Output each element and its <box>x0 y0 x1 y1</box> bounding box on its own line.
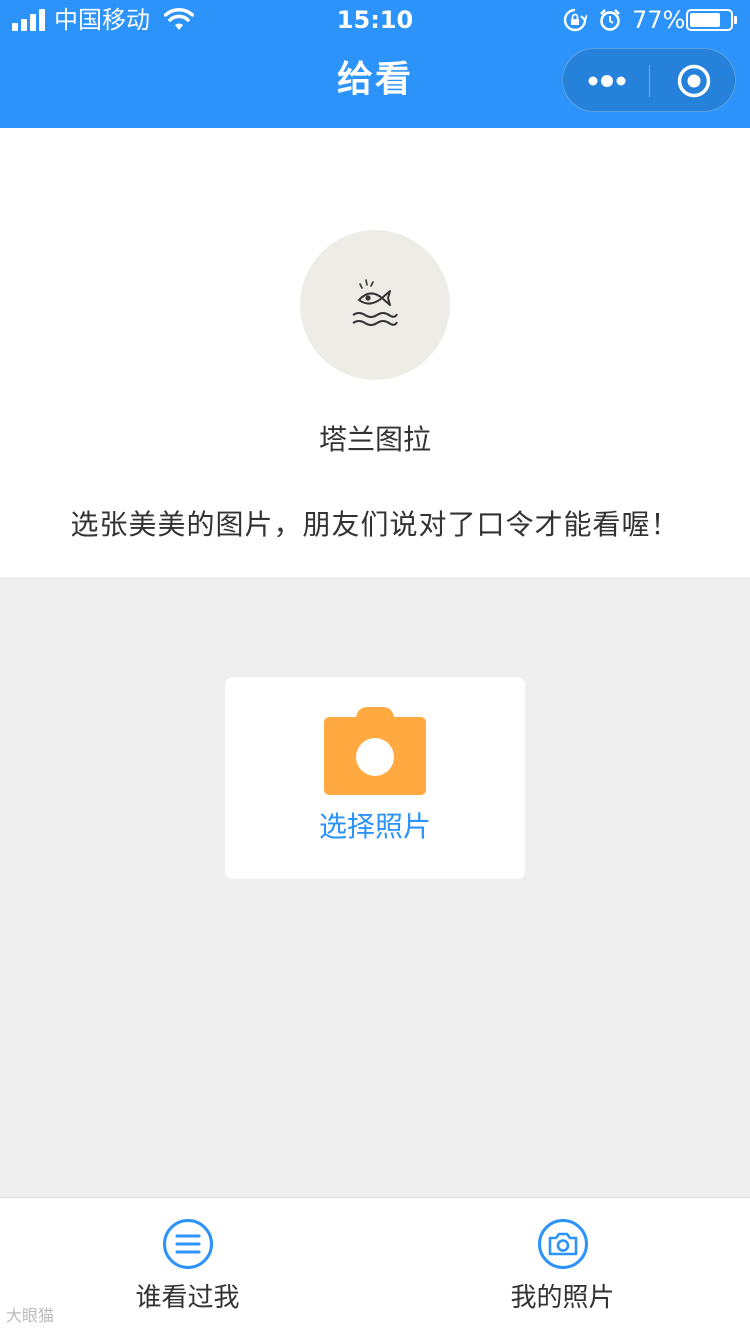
tab-who-viewed-me[interactable]: 谁看过我 <box>0 1198 375 1334</box>
tab-my-photos[interactable]: 我的照片 <box>375 1198 750 1334</box>
camera-icon <box>324 707 426 795</box>
page: 中国移动 15:10 77% 给看 塔兰图拉 选张美美的图片，朋友们说对了口令才… <box>0 0 750 1334</box>
top-bar: 中国移动 15:10 77% 给看 <box>0 0 750 128</box>
battery-icon <box>686 9 737 31</box>
tab-label: 谁看过我 <box>135 1283 240 1313</box>
target-close-icon <box>677 64 710 98</box>
watermark: 大眼猫 <box>6 1306 55 1325</box>
rotation-lock-icon <box>563 8 587 32</box>
status-bar: 中国移动 15:10 77% <box>0 0 750 40</box>
close-miniprogram-button[interactable] <box>650 49 737 113</box>
choose-photo-button[interactable]: 选择照片 <box>225 677 525 879</box>
fish-waves-icon <box>352 279 398 326</box>
profile-section: 塔兰图拉 选张美美的图片，朋友们说对了口令才能看喔！ <box>0 128 750 577</box>
choose-photo-label: 选择照片 <box>318 810 431 843</box>
more-dots-icon <box>588 75 625 87</box>
tab-bar: 谁看过我 我的照片 <box>0 1197 750 1334</box>
more-button[interactable] <box>563 49 650 113</box>
instruction-text: 选张美美的图片，朋友们说对了口令才能看喔！ <box>70 508 680 541</box>
user-nickname: 塔兰图拉 <box>318 423 431 456</box>
alarm-icon <box>600 9 620 31</box>
avatar[interactable] <box>300 230 450 380</box>
miniprogram-capsule <box>562 48 736 112</box>
list-circle-icon <box>163 1219 213 1269</box>
tab-label: 我的照片 <box>510 1283 615 1313</box>
battery-percent: 77% <box>632 6 686 34</box>
camera-circle-icon <box>538 1219 588 1269</box>
